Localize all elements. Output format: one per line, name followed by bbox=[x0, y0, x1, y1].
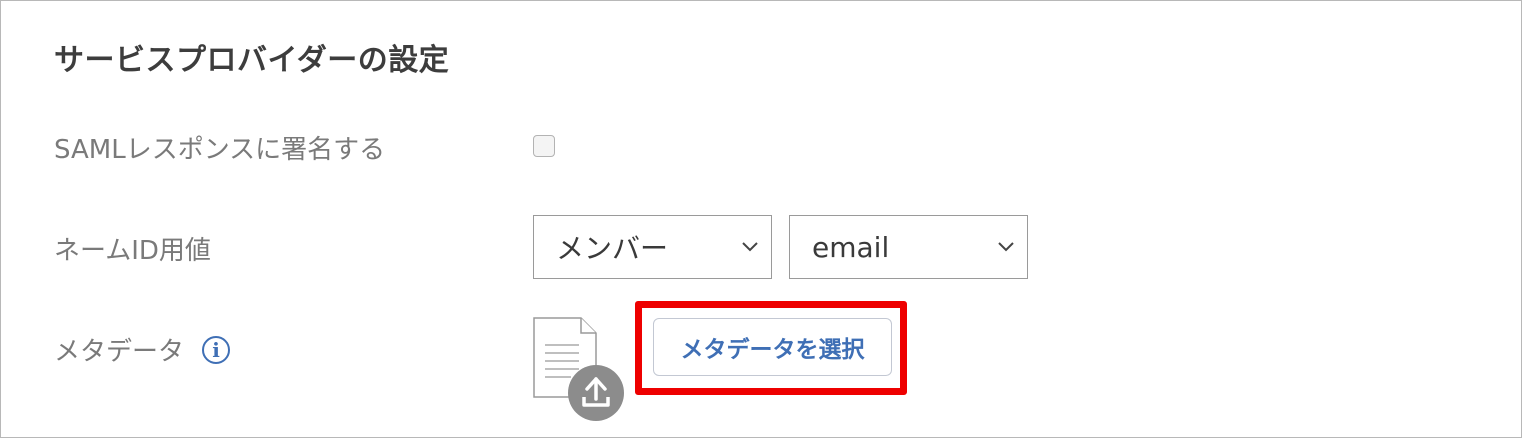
select-metadata-button[interactable]: メタデータを選択 bbox=[653, 318, 892, 376]
name-id-attribute-value: email bbox=[812, 230, 890, 264]
chevron-down-icon bbox=[998, 242, 1014, 252]
section-title: サービスプロバイダーの設定 bbox=[54, 43, 450, 78]
metadata-label-row: メタデータ i bbox=[54, 331, 231, 368]
upload-icon bbox=[568, 365, 624, 421]
saml-sign-checkbox[interactable] bbox=[533, 135, 555, 157]
info-icon[interactable]: i bbox=[202, 335, 231, 364]
name-id-type-value: メンバー bbox=[556, 232, 669, 265]
document-upload-icon[interactable] bbox=[533, 317, 627, 423]
name-id-type-select[interactable]: メンバー bbox=[533, 215, 772, 279]
metadata-label: メタデータ bbox=[54, 337, 185, 367]
saml-sign-label: SAMLレスポンスに署名する bbox=[54, 135, 386, 165]
name-id-attribute-select[interactable]: email bbox=[789, 215, 1028, 279]
chevron-down-icon bbox=[742, 242, 758, 252]
service-provider-settings-panel: サービスプロバイダーの設定 SAMLレスポンスに署名する ネームID用値 メンバ… bbox=[0, 0, 1522, 438]
name-id-label: ネームID用値 bbox=[54, 236, 211, 266]
